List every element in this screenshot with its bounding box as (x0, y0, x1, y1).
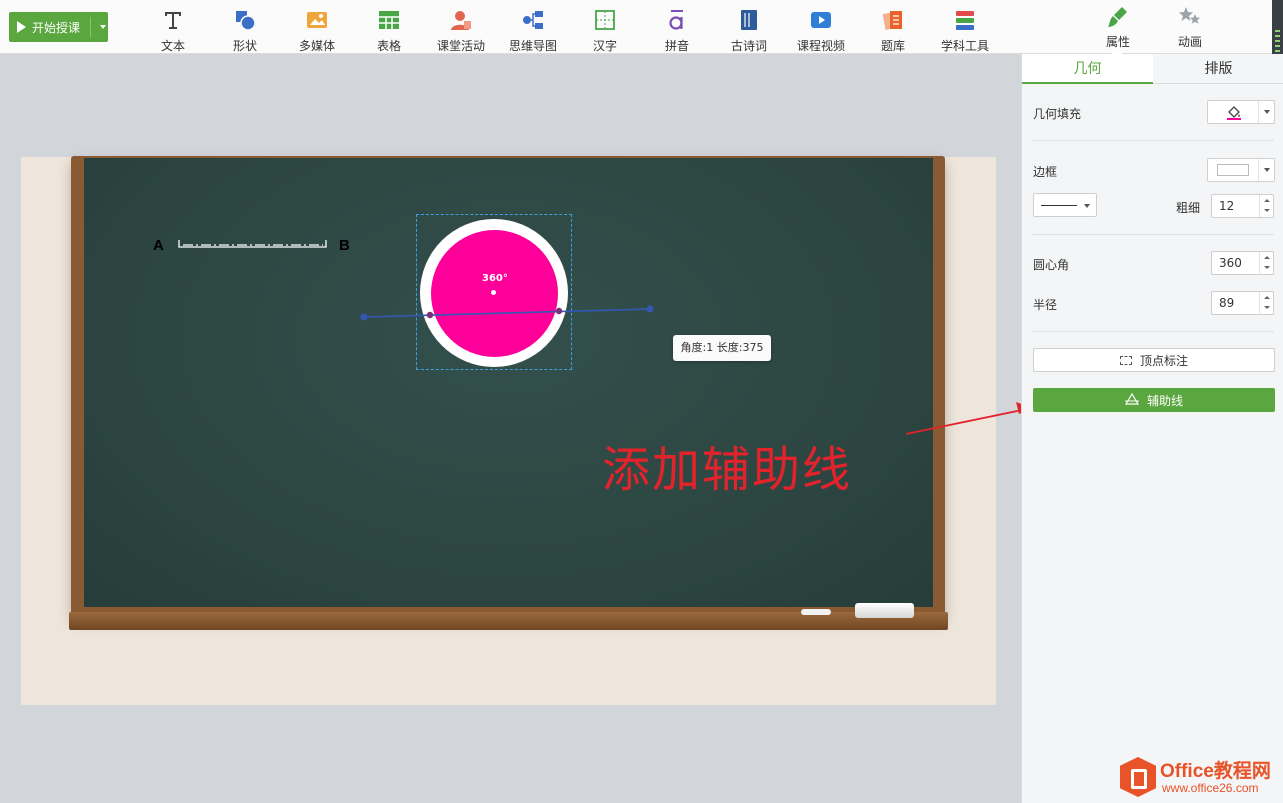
line-style-preview (1041, 205, 1077, 206)
border-color-picker[interactable] (1207, 158, 1275, 182)
auxiliary-line-start-handle[interactable] (360, 313, 368, 321)
central-angle-label: 圆心角 (1033, 258, 1070, 272)
watermark-url: www.office26.com (1162, 781, 1259, 795)
thickness-label: 粗细 (1176, 201, 1201, 215)
watermark-title: Office教程网 (1160, 761, 1271, 782)
auxiliary-line-end-handle[interactable] (646, 305, 654, 313)
tab-layout[interactable]: 排版 (1153, 54, 1283, 84)
stepper-arrows[interactable] (1259, 292, 1273, 314)
central-angle-value[interactable]: 360 (1219, 256, 1242, 270)
divider (1032, 331, 1274, 332)
intersection-point[interactable] (426, 311, 434, 319)
chevron-down-icon[interactable] (1258, 101, 1274, 123)
radius-stepper[interactable]: 89 (1211, 291, 1274, 315)
paint-bucket-icon (1226, 105, 1242, 124)
thickness-stepper[interactable]: 12 (1211, 194, 1274, 218)
vertex-icon (1119, 355, 1132, 365)
divider (1032, 234, 1274, 235)
line-info-tooltip: 角度:1 长度:375 (673, 335, 771, 361)
radius-label: 半径 (1033, 298, 1058, 312)
chevron-down-icon[interactable] (1258, 159, 1274, 181)
thickness-value[interactable]: 12 (1219, 199, 1234, 213)
vertex-label-button[interactable]: 顶点标注 (1033, 348, 1275, 372)
auxiliary-line-button-label: 辅助线 (1146, 393, 1183, 408)
office-logo-icon (1120, 757, 1156, 797)
line-style-select[interactable] (1033, 193, 1097, 217)
fill-color-picker[interactable] (1207, 100, 1275, 124)
stepper-arrows[interactable] (1259, 252, 1273, 274)
tab-geometry[interactable]: 几何 (1022, 54, 1153, 84)
annotation-text: 添加辅助线 (602, 442, 853, 498)
panel-tabs: 几何 排版 (1022, 54, 1283, 84)
auxiliary-line[interactable] (363, 308, 651, 318)
properties-panel: 几何 排版 几何填充 边框 粗细 12 圆心角 360 半径 89 顶点标注 辅… (1021, 54, 1283, 803)
border-color-swatch (1217, 164, 1249, 176)
watermark: Office教程网 www.office26.com (1117, 752, 1283, 803)
stepper-arrows[interactable] (1259, 195, 1273, 217)
vertex-button-label: 顶点标注 (1139, 353, 1188, 368)
border-label: 边框 (1033, 165, 1058, 179)
auxiliary-line-icon (1124, 392, 1140, 408)
central-angle-stepper[interactable]: 360 (1211, 251, 1274, 275)
radius-value[interactable]: 89 (1219, 296, 1234, 310)
divider (1032, 140, 1274, 141)
annotation-arrow (905, 402, 1032, 435)
auxiliary-line-button[interactable]: 辅助线 (1033, 388, 1275, 412)
intersection-point[interactable] (555, 307, 563, 315)
fill-label: 几何填充 (1033, 107, 1082, 121)
segment-ab[interactable] (178, 240, 327, 248)
